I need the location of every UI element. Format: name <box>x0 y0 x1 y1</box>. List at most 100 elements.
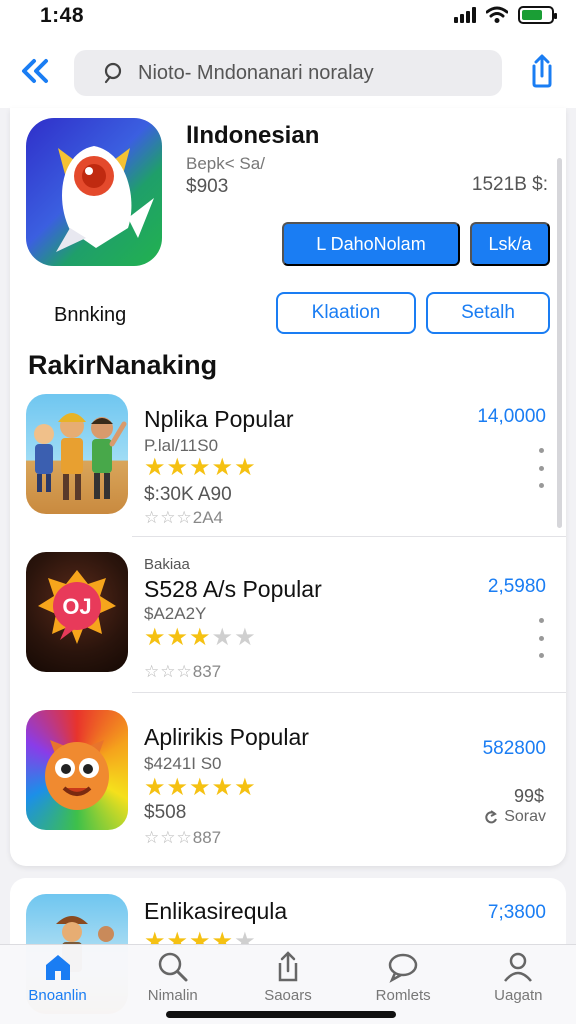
row-title: Aplirikis Popular <box>144 724 309 750</box>
main-card: lIndonesian Bepk< Sa/ $903 1521B $: L Da… <box>10 108 566 866</box>
battery-icon <box>518 6 557 24</box>
rocket-mascot-icon <box>56 146 154 252</box>
app-icon[interactable]: OJ <box>26 552 128 672</box>
star-filled-icon: ★ <box>144 774 167 801</box>
row-count: 582800 <box>482 738 546 759</box>
tab-label: Romlets <box>375 987 431 1004</box>
status-icons <box>454 6 557 24</box>
tab-home[interactable]: Bnoanlin <box>3 951 113 1024</box>
star-filled-icon: ★ <box>211 454 235 481</box>
row-title: Enlikasirequla <box>144 898 288 924</box>
divider <box>132 536 566 537</box>
empty-stars-icon: ☆☆☆ <box>144 508 193 527</box>
app-subtitle: Bepk< Sa/ <box>186 154 265 173</box>
star-empty-icon: ★ <box>234 624 257 651</box>
filter-button-a[interactable]: Klaation <box>276 292 416 334</box>
row-count: 2,5980 <box>487 576 546 597</box>
row-extra-price: 99$ <box>513 786 544 806</box>
search-icon <box>104 62 122 84</box>
search-input[interactable] <box>138 61 498 85</box>
person-icon <box>504 952 533 982</box>
star-filled-icon: ★ <box>189 624 212 651</box>
row-price: $508 <box>144 802 187 823</box>
status-time: 1:48 <box>40 4 85 27</box>
divider <box>132 692 566 693</box>
download-button[interactable]: L DahoNolam <box>282 222 460 266</box>
row-rating: ☆☆☆887 <box>144 828 221 848</box>
filter-button-b[interactable]: Setalh <box>426 292 550 334</box>
icon-text: OJ <box>62 594 91 619</box>
star-filled-icon: ★ <box>189 774 212 801</box>
row-overline: Bakiaa <box>144 556 190 573</box>
cat-mascot-icon <box>45 740 109 810</box>
more-button[interactable] <box>536 448 546 488</box>
back-button[interactable] <box>18 54 52 88</box>
rating-count: 2A4 <box>192 508 223 527</box>
row-subtitle: $4241I S0 <box>144 754 222 773</box>
app-title: lIndonesian <box>186 122 320 149</box>
app-icon[interactable] <box>26 394 128 514</box>
double-chevron-left-icon <box>22 59 48 83</box>
app-size: 1521B $: <box>471 174 548 195</box>
star-filled-icon: ★ <box>211 774 235 801</box>
row-extra-label[interactable]: Sorav <box>484 808 546 826</box>
rating-count: 837 <box>192 662 222 681</box>
row-rating: ☆☆☆837 <box>144 662 221 682</box>
tab-label: Uagatn <box>494 987 543 1004</box>
share-button[interactable] <box>524 54 558 88</box>
search-icon <box>158 952 188 982</box>
row-subtitle: $A2A2Y <box>144 604 207 623</box>
tab-label: Nimalin <box>147 987 198 1004</box>
list-item[interactable]: OJ Bakiaa S528 A/s Popular $A2A2Y ★★★★★ … <box>10 546 566 696</box>
star-filled-icon: ★ <box>166 774 190 801</box>
row-title: S528 A/s Popular <box>144 576 322 602</box>
nav-bar <box>0 34 576 108</box>
star-filled-icon: ★ <box>234 774 257 801</box>
star-filled-icon: ★ <box>144 624 167 651</box>
home-icon <box>45 955 70 980</box>
refresh-icon <box>485 810 498 824</box>
home-indicator <box>166 1011 396 1018</box>
star-rating: ★★★★★ <box>144 626 257 650</box>
list-item[interactable]: Nplika Popular P.lal/11S0 ★★★★★ $:30K A9… <box>10 392 566 532</box>
empty-stars-icon: ☆☆☆ <box>144 828 193 847</box>
more-button[interactable] <box>536 618 546 658</box>
app-icon[interactable] <box>26 710 128 830</box>
row-count: 7;3800 <box>487 902 546 923</box>
star-rating: ★★★★★ <box>144 776 257 800</box>
list-item[interactable]: Aplirikis Popular $4241I S0 ★★★★★ $508 ☆… <box>10 704 566 854</box>
cartoon-characters-icon <box>34 413 127 500</box>
row-count: 14,0000 <box>477 406 546 427</box>
star-rating: ★★★★★ <box>144 456 257 480</box>
star-filled-icon: ★ <box>166 454 190 481</box>
star-filled-icon: ★ <box>166 624 190 651</box>
star-empty-icon: ★ <box>211 624 235 651</box>
chat-icon <box>388 953 418 983</box>
row-title: Nplika Popular <box>144 406 294 432</box>
section-title: RakirNanaking <box>28 350 218 380</box>
row-subtitle: P.lal/11S0 <box>144 436 219 455</box>
share-icon <box>278 951 298 982</box>
signal-icon <box>454 7 476 23</box>
battery-level <box>522 10 542 20</box>
wifi-icon <box>486 6 508 23</box>
list-button[interactable]: Lsk/a <box>470 222 550 266</box>
tab-profile[interactable]: Uagatn <box>463 951 573 1024</box>
share-icon <box>532 54 552 88</box>
star-filled-icon: ★ <box>189 454 212 481</box>
search-field[interactable] <box>74 50 502 96</box>
app-price: $903 <box>186 176 229 197</box>
category-label: Bnnking <box>54 304 127 326</box>
tab-label: Saoars <box>264 987 312 1004</box>
star-filled-icon: ★ <box>144 454 167 481</box>
row-price: $:30K A90 <box>144 484 232 505</box>
extra-label-text: Sorav <box>504 808 546 825</box>
rating-count: 887 <box>192 828 222 847</box>
star-filled-icon: ★ <box>234 454 257 481</box>
empty-stars-icon: ☆☆☆ <box>144 662 193 681</box>
status-bar: 1:48 <box>0 0 576 34</box>
row-rating: ☆☆☆2A4 <box>144 508 223 528</box>
app-icon[interactable] <box>26 118 162 266</box>
chat-bubble-logo-icon: OJ <box>38 570 116 644</box>
tab-label: Bnoanlin <box>28 987 87 1004</box>
